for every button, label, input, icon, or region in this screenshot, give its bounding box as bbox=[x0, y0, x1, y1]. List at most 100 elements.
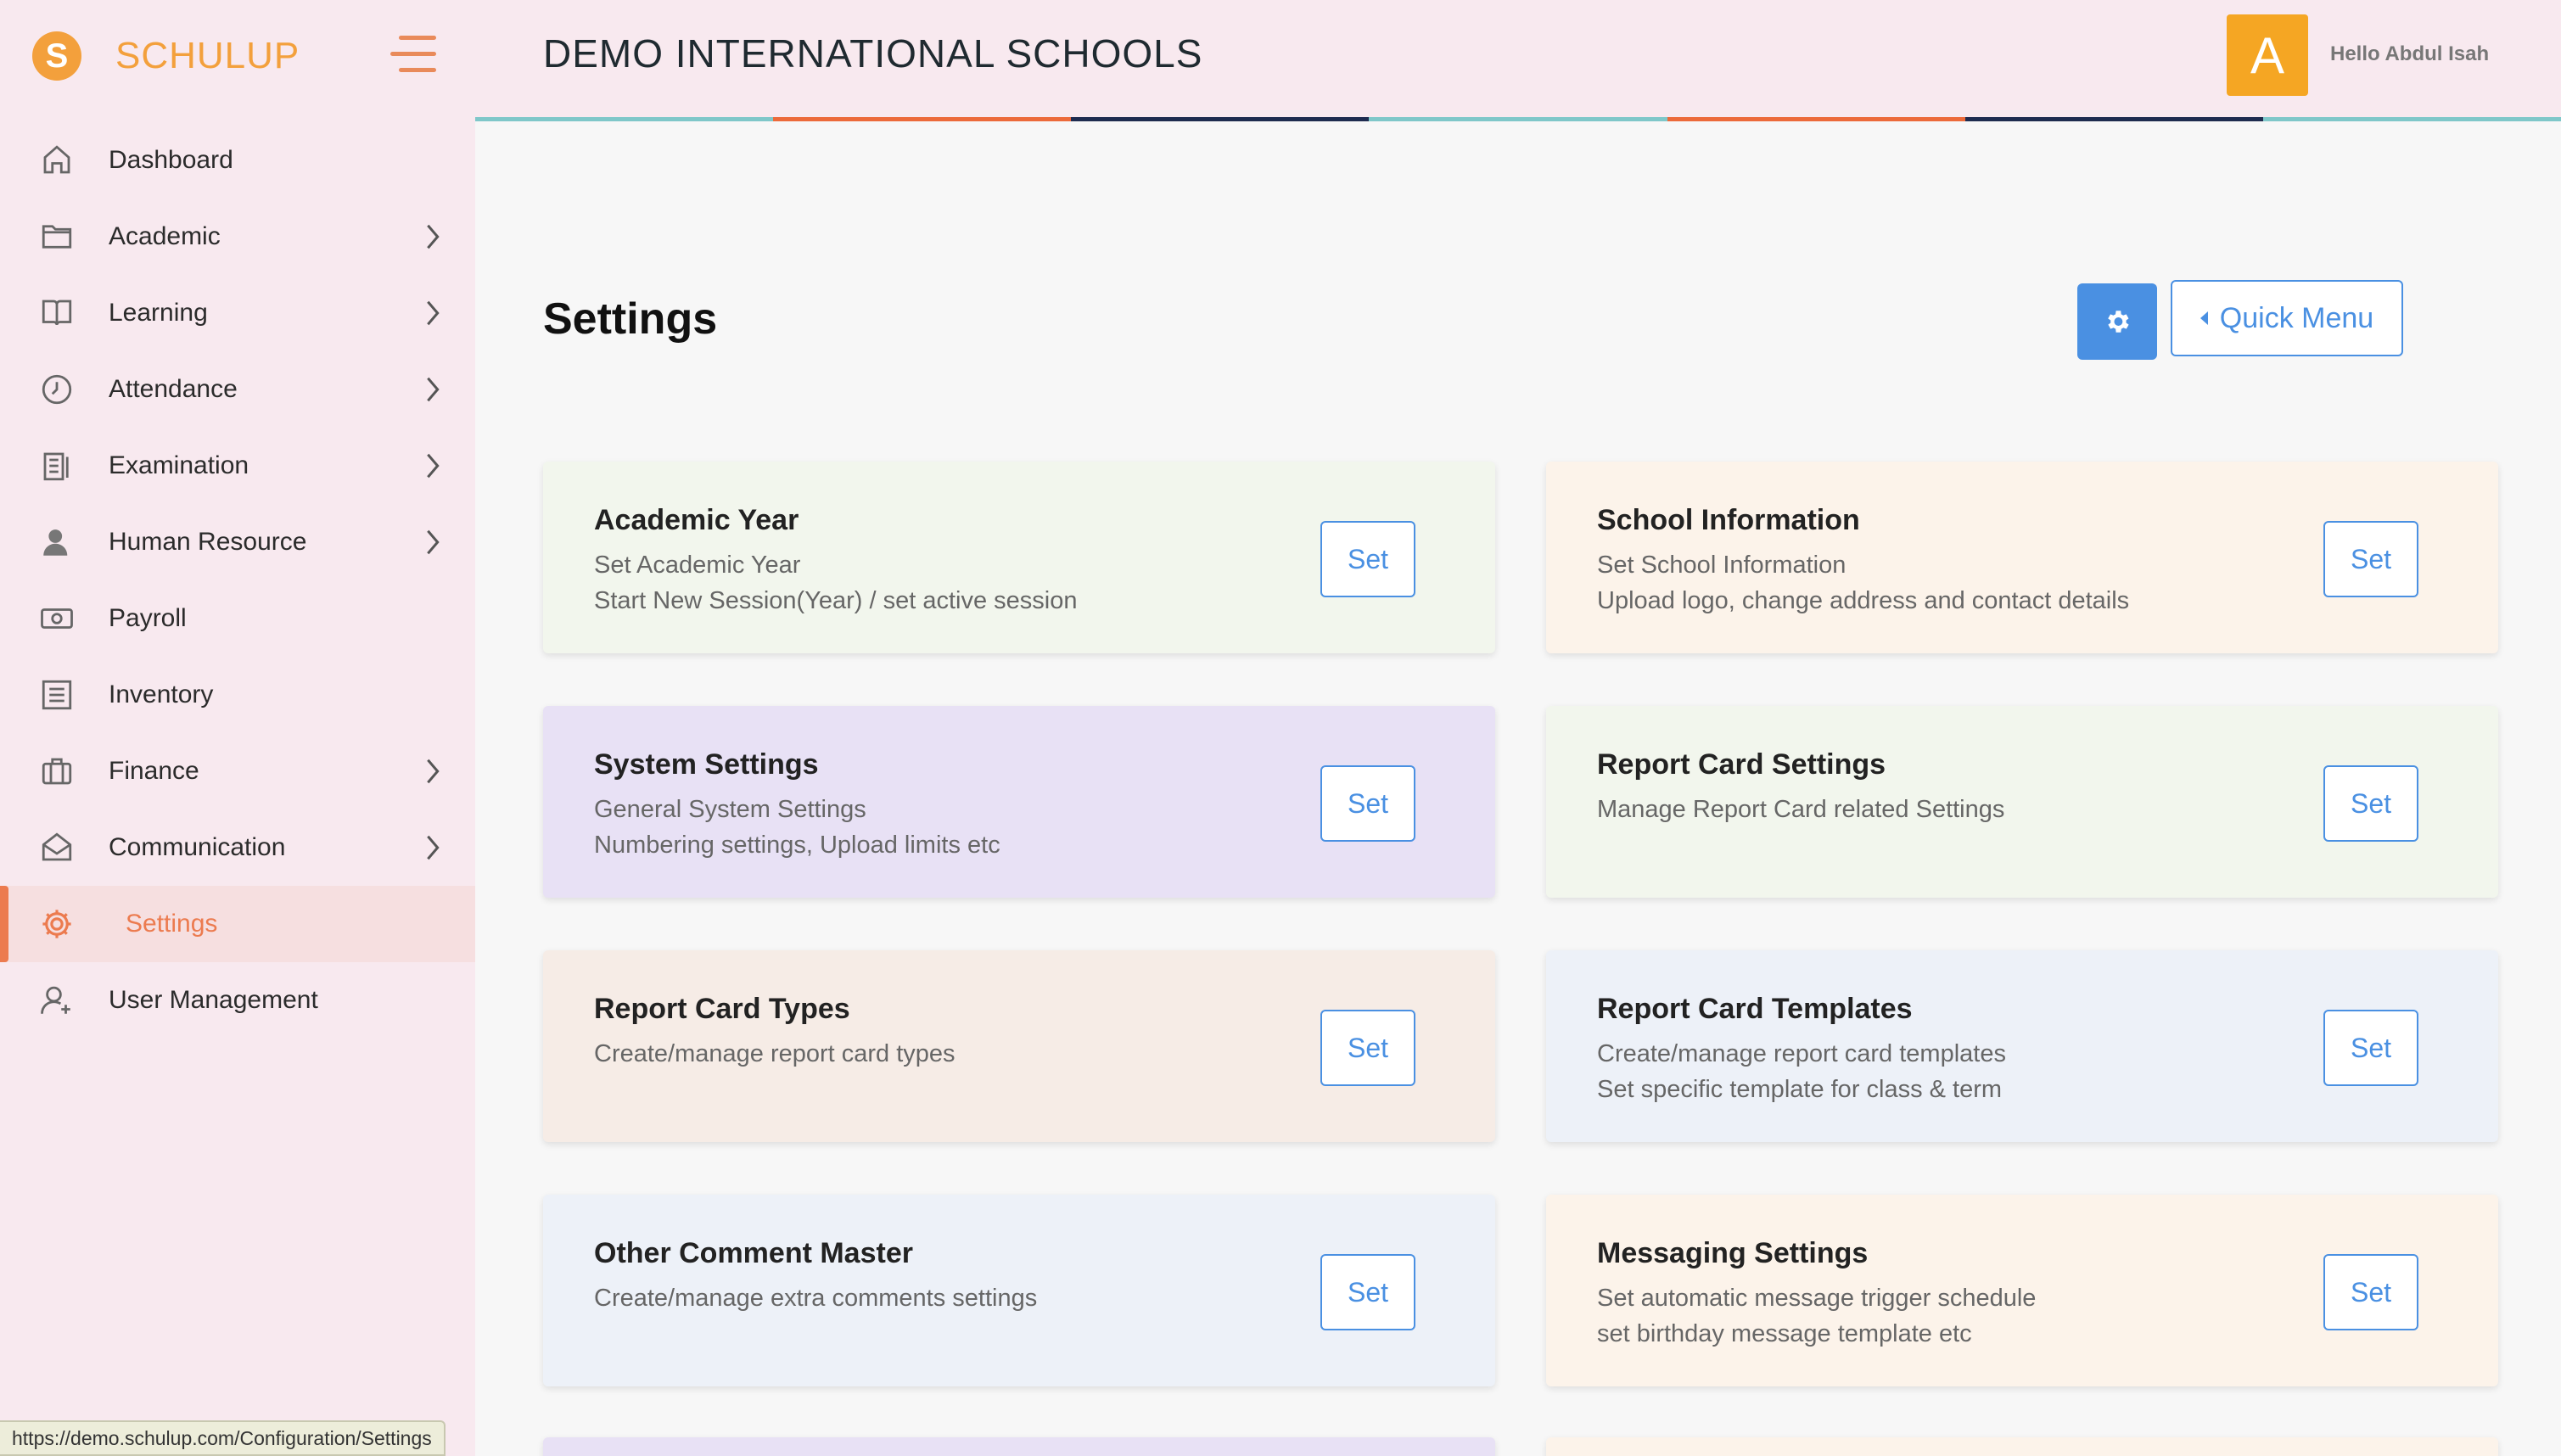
settings-gear-button[interactable] bbox=[2077, 283, 2157, 360]
card-description: General System Settings bbox=[594, 796, 866, 823]
set-button[interactable]: Set bbox=[1320, 765, 1415, 842]
sidebar-item-dashboard[interactable]: Dashboard bbox=[0, 122, 475, 199]
chevron-right-icon bbox=[427, 453, 440, 479]
gear-icon bbox=[42, 910, 71, 938]
hamburger-menu-icon[interactable] bbox=[390, 36, 436, 73]
chevron-right-icon bbox=[427, 300, 440, 326]
sidebar-item-communication[interactable]: Communication bbox=[0, 809, 475, 886]
card-description: Set Academic Year bbox=[594, 552, 801, 579]
list-icon bbox=[42, 680, 72, 710]
sidebar-item-examination[interactable]: Examination bbox=[0, 428, 475, 504]
caret-left-icon bbox=[2200, 311, 2208, 325]
chevron-right-icon bbox=[427, 759, 440, 784]
card-description: Set School Information bbox=[1597, 552, 1846, 579]
card-description: Set specific template for class & term bbox=[1597, 1076, 2003, 1103]
sidebar: S SCHULUP Dashboard Academic Learning Atten… bbox=[0, 0, 475, 1456]
sidebar-item-user-management[interactable]: User Management bbox=[0, 962, 475, 1039]
money-icon bbox=[41, 608, 73, 629]
sidebar-item-payroll[interactable]: Payroll bbox=[0, 580, 475, 657]
clipboard-icon bbox=[43, 452, 69, 481]
settings-card-report-card-templates: Report Card Templates Create/manage repor… bbox=[1546, 950, 2498, 1142]
card-title: Messaging Settings bbox=[1597, 1237, 1869, 1269]
card-description: Numbering settings, Upload limits etc bbox=[594, 832, 1000, 859]
settings-card bbox=[543, 1437, 1495, 1456]
mail-open-icon bbox=[42, 832, 72, 861]
settings-card-report-card-settings: Report Card Settings Manage Report Card r… bbox=[1546, 706, 2498, 898]
top-header: DEMO INTERNATIONAL SCHOOLS A Hello Abdul… bbox=[475, 0, 2561, 121]
settings-card-messaging-settings: Messaging Settings Set automatic message … bbox=[1546, 1195, 2498, 1386]
quick-menu-label: Quick Menu bbox=[2219, 301, 2374, 334]
briefcase-icon bbox=[42, 758, 72, 785]
card-title: Academic Year bbox=[594, 504, 799, 536]
card-description: Create/manage report card types bbox=[594, 1040, 955, 1067]
sidebar-item-label: Dashboard bbox=[109, 146, 233, 174]
card-description: Set automatic message trigger schedule bbox=[1597, 1285, 2037, 1312]
settings-card bbox=[1546, 1437, 2498, 1456]
folder-icon bbox=[42, 225, 72, 249]
chevron-right-icon bbox=[427, 224, 440, 249]
set-button[interactable]: Set bbox=[1320, 521, 1415, 597]
sidebar-item-learning[interactable]: Learning bbox=[0, 275, 475, 351]
card-title: Report Card Types bbox=[594, 993, 850, 1025]
set-button[interactable]: Set bbox=[2323, 1254, 2418, 1330]
card-description: set birthday message template etc bbox=[1597, 1320, 1972, 1347]
card-description: Create/manage extra comments settings bbox=[594, 1285, 1038, 1312]
home-icon bbox=[43, 145, 70, 174]
card-title: Other Comment Master bbox=[594, 1237, 913, 1269]
settings-card-academic-year: Academic Year Set Academic Year Start New … bbox=[543, 462, 1495, 653]
user-greeting[interactable]: Hello Abdul Isah bbox=[2330, 42, 2489, 66]
person-icon bbox=[43, 529, 68, 556]
sidebar-item-label: Payroll bbox=[109, 604, 187, 632]
card-description: Start New Session(Year) / set active ses… bbox=[594, 587, 1078, 614]
school-name: DEMO INTERNATIONAL SCHOOLS bbox=[543, 31, 1203, 76]
card-title: System Settings bbox=[594, 748, 819, 781]
set-button[interactable]: Set bbox=[1320, 1254, 1415, 1330]
sidebar-item-human-resource[interactable]: Human Resource bbox=[0, 504, 475, 580]
avatar[interactable]: A bbox=[2227, 14, 2308, 96]
sidebar-item-settings[interactable]: Settings bbox=[0, 886, 475, 962]
sidebar-item-label: User Management bbox=[109, 986, 318, 1014]
sidebar-item-attendance[interactable]: Attendance bbox=[0, 351, 475, 428]
quick-menu-button[interactable]: Quick Menu bbox=[2171, 280, 2403, 356]
card-description: Create/manage report card templates bbox=[1597, 1040, 2006, 1067]
sidebar-item-label: Attendance bbox=[109, 375, 238, 403]
clock-icon bbox=[42, 374, 72, 405]
set-button[interactable]: Set bbox=[2323, 1010, 2418, 1086]
user-add-icon bbox=[41, 986, 70, 1014]
card-title: School Information bbox=[1597, 504, 1860, 536]
settings-card-system-settings: System Settings General System Settings Nu… bbox=[543, 706, 1495, 898]
sidebar-item-label: Academic bbox=[109, 222, 221, 250]
card-title: Report Card Templates bbox=[1597, 993, 1913, 1025]
brand-logo: S bbox=[32, 31, 81, 81]
settings-card-school-information: School Information Set School Information… bbox=[1546, 462, 2498, 653]
sidebar-item-label: Finance bbox=[109, 757, 199, 785]
chevron-right-icon bbox=[427, 377, 440, 402]
sidebar-item-finance[interactable]: Finance bbox=[0, 733, 475, 809]
sidebar-item-label: Inventory bbox=[109, 680, 214, 708]
book-icon bbox=[42, 300, 72, 326]
card-title: Report Card Settings bbox=[1597, 748, 1886, 781]
card-description: Upload logo, change address and contact … bbox=[1597, 587, 2130, 614]
chevron-right-icon bbox=[427, 835, 440, 860]
set-button[interactable]: Set bbox=[2323, 765, 2418, 842]
chevron-right-icon bbox=[427, 529, 440, 555]
sidebar-item-label: Learning bbox=[109, 299, 208, 327]
page-title: Settings bbox=[543, 294, 718, 344]
brand-name: SCHULUP bbox=[115, 35, 300, 76]
sidebar-item-label: Examination bbox=[109, 451, 249, 479]
header-color-bar bbox=[475, 117, 2561, 121]
sidebar-nav: Dashboard Academic Learning Attendance Exami… bbox=[0, 122, 475, 1039]
settings-card-report-card-types: Report Card Types Create/manage report ca… bbox=[543, 950, 1495, 1142]
sidebar-item-label: Human Resource bbox=[109, 528, 307, 556]
brand[interactable]: S SCHULUP bbox=[32, 25, 300, 87]
settings-card-other-comment-master: Other Comment Master Create/manage extra … bbox=[543, 1195, 1495, 1386]
status-bar-url: https://demo.schulup.com/Configuration/S… bbox=[0, 1420, 446, 1456]
set-button[interactable]: Set bbox=[1320, 1010, 1415, 1086]
card-description: Manage Report Card related Settings bbox=[1597, 796, 2005, 823]
sidebar-item-label: Settings bbox=[126, 910, 218, 938]
sidebar-item-inventory[interactable]: Inventory bbox=[0, 657, 475, 733]
gear-icon bbox=[2108, 311, 2129, 333]
set-button[interactable]: Set bbox=[2323, 521, 2418, 597]
sidebar-item-academic[interactable]: Academic bbox=[0, 199, 475, 275]
sidebar-item-label: Communication bbox=[109, 833, 286, 861]
